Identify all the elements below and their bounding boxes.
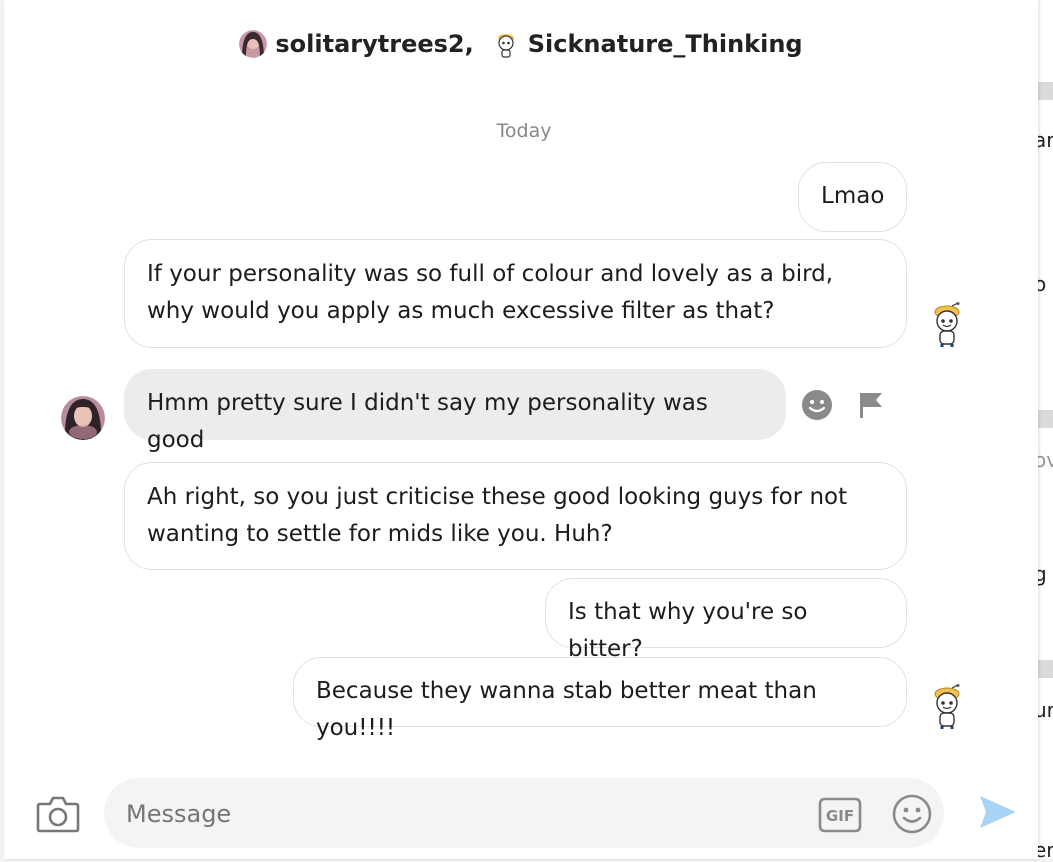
message-bubble-incoming[interactable]: Hmm pretty sure I didn't say my personal… bbox=[124, 369, 786, 453]
react-emoji-icon[interactable] bbox=[800, 388, 834, 422]
user-avatar-icon bbox=[239, 30, 268, 58]
snoo-avatar-icon[interactable] bbox=[930, 302, 964, 348]
emoji-icon[interactable] bbox=[890, 792, 934, 836]
message-input[interactable] bbox=[124, 788, 788, 840]
background-divider bbox=[1038, 410, 1053, 428]
chat-window: solitarytrees2, Sicknature_Thinking Toda… bbox=[4, 0, 1038, 859]
send-icon[interactable] bbox=[976, 792, 1020, 832]
header-username: Sicknature_Thinking bbox=[527, 30, 803, 58]
header-user-solitarytrees2[interactable]: solitarytrees2, bbox=[239, 30, 483, 58]
camera-icon[interactable] bbox=[34, 792, 82, 836]
background-divider bbox=[1038, 82, 1053, 100]
background-divider bbox=[1038, 660, 1053, 678]
gif-label: GIF bbox=[826, 807, 854, 825]
snoo-avatar-icon bbox=[497, 34, 514, 58]
snoo-avatar-icon[interactable] bbox=[930, 684, 964, 730]
message-bubble-outgoing[interactable]: Because they wanna stab better meat than… bbox=[293, 657, 907, 741]
message-bubble-outgoing[interactable]: Is that why you're so bitter? bbox=[545, 578, 907, 662]
chat-header: solitarytrees2, Sicknature_Thinking bbox=[4, 24, 1038, 64]
message-bubble-outgoing[interactable]: Ah right, so you just criticise these go… bbox=[124, 462, 907, 570]
date-divider: Today bbox=[496, 120, 552, 142]
message-bubble-outgoing[interactable]: If your personality was so full of colou… bbox=[124, 239, 907, 348]
message-bubble-outgoing[interactable]: Lmao bbox=[798, 162, 907, 232]
header-username: solitarytrees2, bbox=[275, 30, 474, 58]
header-user-sicknature[interactable]: Sicknature_Thinking bbox=[492, 30, 803, 58]
gif-icon[interactable]: GIF bbox=[816, 795, 864, 835]
user-avatar-icon[interactable] bbox=[61, 396, 105, 440]
report-flag-icon[interactable] bbox=[854, 388, 888, 422]
